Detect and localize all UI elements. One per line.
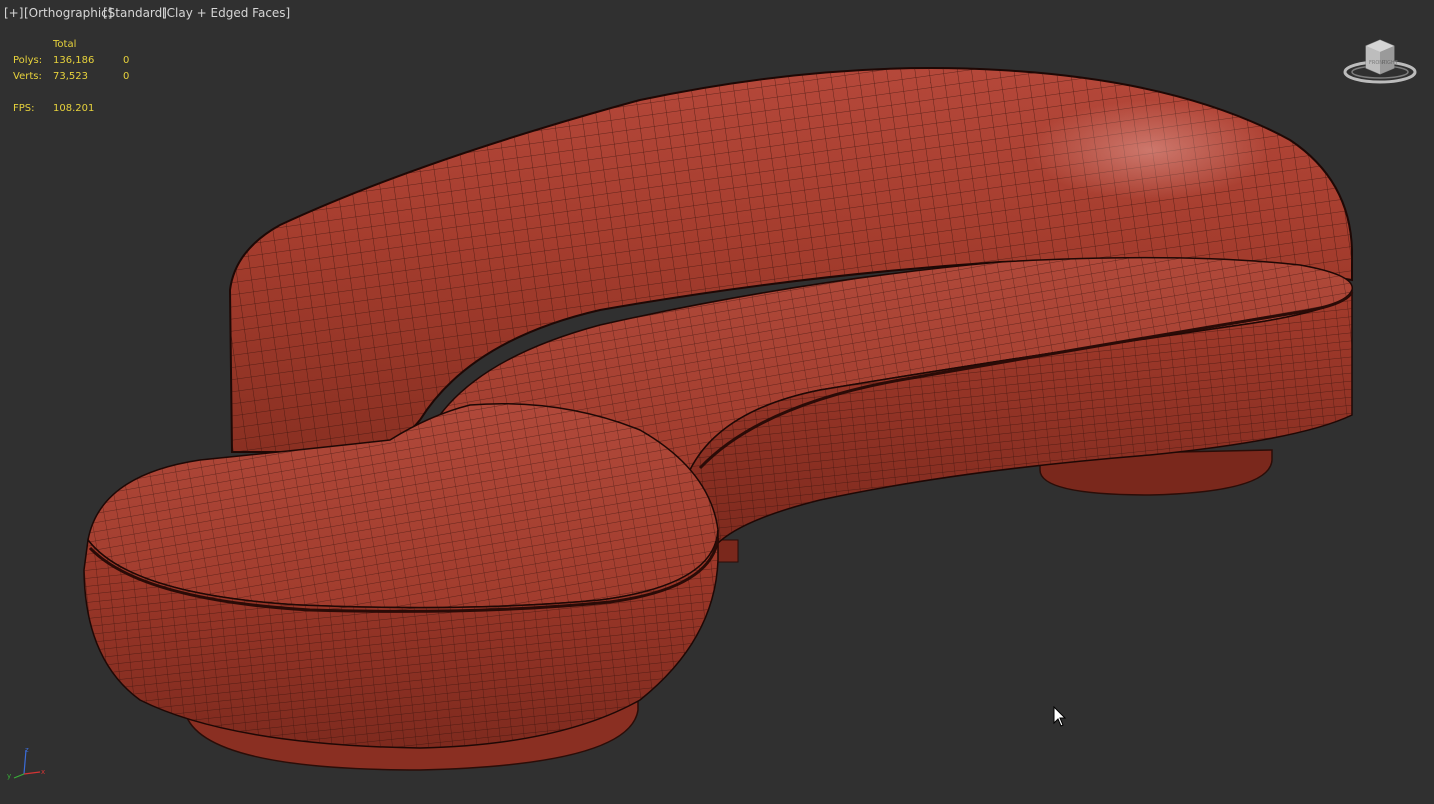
mouse-cursor-icon <box>1053 706 1067 727</box>
viewcube-icon[interactable]: FRONT RIGHT <box>1340 34 1420 90</box>
viewcube-right-label: RIGHT <box>1382 60 1399 66</box>
sofa-base-middle <box>715 539 739 563</box>
perspective-viewport[interactable]: [+] [Orthographic] [Standard] [Clay + Ed… <box>0 0 1434 804</box>
axis-y-label: y <box>7 772 11 780</box>
axis-tripod-icon: z x y <box>7 746 45 780</box>
axis-x-label: x <box>41 768 45 776</box>
axis-z-label: z <box>25 746 29 754</box>
sofa-model[interactable] <box>0 0 1434 804</box>
